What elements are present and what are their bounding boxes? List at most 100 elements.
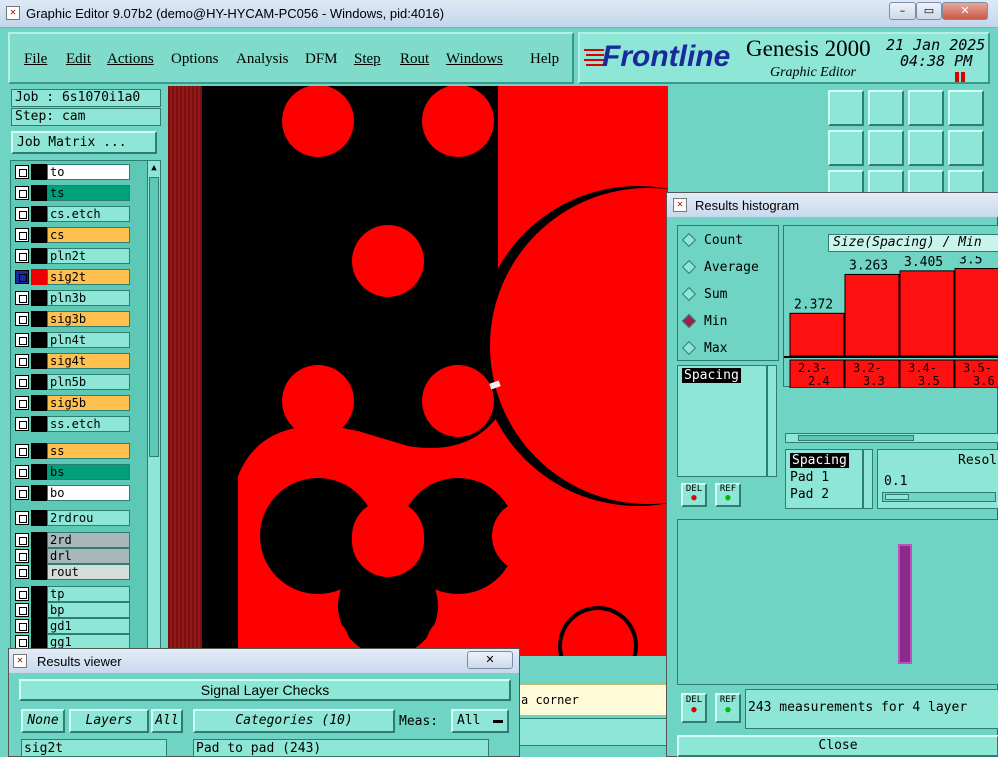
layer-row-tp[interactable]: tp <box>15 586 139 602</box>
scroll-thumb[interactable] <box>149 177 159 457</box>
layer-row-rout[interactable]: rout <box>15 564 139 580</box>
layer-checkbox[interactable] <box>15 270 29 284</box>
layer-row-cs[interactable]: cs <box>15 227 139 243</box>
menu-rout[interactable]: Rout <box>400 51 429 68</box>
layer-row-ts[interactable]: ts <box>15 185 139 201</box>
layers-button[interactable]: Layers <box>69 709 149 733</box>
layer-row-sig3b[interactable]: sig3b <box>15 311 139 327</box>
layer-name[interactable]: sig2t <box>47 269 130 285</box>
layer-name[interactable]: ts <box>47 185 130 201</box>
layer-name[interactable]: bp <box>47 602 130 618</box>
layer-checkbox[interactable] <box>15 511 29 525</box>
layer-row-cs-etch[interactable]: cs.etch <box>15 206 139 222</box>
layer-checkbox[interactable] <box>15 333 29 347</box>
layer-checkbox[interactable] <box>15 587 29 601</box>
layer-name[interactable]: sig5b <box>47 395 130 411</box>
layer-checkbox[interactable] <box>15 354 29 368</box>
layer-name[interactable]: ss <box>47 443 130 459</box>
layer-list-scrollbar[interactable]: ▲ <box>147 160 161 650</box>
layer-checkbox[interactable] <box>15 619 29 633</box>
preview-ref-button[interactable]: REF ● <box>715 693 741 723</box>
tool-down-icon[interactable] <box>868 90 904 126</box>
layer-checkbox[interactable] <box>15 291 29 305</box>
close-button[interactable]: ✕ <box>942 2 988 20</box>
job-matrix-button[interactable]: Job Matrix ... <box>11 131 157 154</box>
tool-left-icon[interactable] <box>828 130 864 166</box>
layer-row-pln2t[interactable]: pln2t <box>15 248 139 264</box>
histogram-bar[interactable] <box>844 273 900 357</box>
sub-list-item-pad2[interactable]: Pad 2 <box>790 487 829 502</box>
histogram-bar[interactable] <box>899 270 955 357</box>
tool-home-icon[interactable] <box>908 90 944 126</box>
menu-step[interactable]: Step <box>354 51 381 68</box>
minimize-button[interactable]: – <box>889 2 916 20</box>
histogram-close-button[interactable]: Close <box>677 735 998 757</box>
layer-checkbox[interactable] <box>15 375 29 389</box>
mode-radio-sum[interactable]: Sum <box>681 284 774 306</box>
layer-row-pln4t[interactable]: pln4t <box>15 332 139 348</box>
chart-hscrollbar[interactable] <box>785 433 998 443</box>
layer-row-2rdrou[interactable]: 2rdrou <box>15 510 139 526</box>
measure-list-scrollbar[interactable] <box>767 365 777 477</box>
layer-name[interactable]: rout <box>47 564 130 580</box>
layer-checkbox[interactable] <box>15 533 29 547</box>
layer-name[interactable]: bo <box>47 485 130 501</box>
mode-radio-min[interactable]: Min <box>681 311 774 333</box>
layer-name[interactable]: ss.etch <box>47 416 130 432</box>
layer-checkbox[interactable] <box>15 465 29 479</box>
layer-row-sig2t[interactable]: sig2t <box>15 269 139 285</box>
graphic-canvas[interactable] <box>168 86 668 656</box>
tool-route-icon[interactable] <box>948 130 984 166</box>
layer-checkbox[interactable] <box>15 635 29 649</box>
menu-file[interactable]: File <box>24 51 47 68</box>
layer-row-bp[interactable]: bp <box>15 602 139 618</box>
layer-checkbox[interactable] <box>15 444 29 458</box>
layer-name[interactable]: tp <box>47 586 130 602</box>
layer-row-pln3b[interactable]: pln3b <box>15 290 139 306</box>
layer-checkbox[interactable] <box>15 603 29 617</box>
results-viewer-close-button[interactable]: ✕ <box>467 651 513 669</box>
layer-name[interactable]: 2rd <box>47 532 130 548</box>
layer-name[interactable]: sig3b <box>47 311 130 327</box>
layer-checkbox[interactable] <box>15 417 29 431</box>
histogram-bar[interactable] <box>789 312 845 357</box>
layer-row-pln5b[interactable]: pln5b <box>15 374 139 390</box>
mode-radio-max[interactable]: Max <box>681 338 774 360</box>
layer-checkbox[interactable] <box>15 565 29 579</box>
layer-name[interactable]: pln2t <box>47 248 130 264</box>
maximize-button[interactable]: ▭ <box>916 2 942 20</box>
layer-row-to[interactable]: to <box>15 164 139 180</box>
resolution-slider-thumb[interactable] <box>885 494 909 500</box>
layer-name[interactable]: cs <box>47 227 130 243</box>
mode-radio-average[interactable]: Average <box>681 257 774 279</box>
layer-row-bo[interactable]: bo <box>15 485 139 501</box>
layer-name[interactable]: pln5b <box>47 374 130 390</box>
sub-list-scrollbar[interactable] <box>863 449 873 509</box>
layer-row-gd1[interactable]: gd1 <box>15 618 139 634</box>
menu-options[interactable]: Options <box>171 51 219 68</box>
menu-windows[interactable]: Windows <box>446 51 503 68</box>
tool-xy-icon[interactable] <box>948 90 984 126</box>
meas-dropdown[interactable]: All <box>451 709 509 733</box>
layer-checkbox[interactable] <box>15 165 29 179</box>
layer-name[interactable]: bs <box>47 464 130 480</box>
layer-checkbox[interactable] <box>15 207 29 221</box>
sub-list-item-pad1[interactable]: Pad 1 <box>790 470 829 485</box>
layer-checkbox[interactable] <box>15 186 29 200</box>
menu-dfm[interactable]: DFM <box>305 51 338 68</box>
layer-checkbox[interactable] <box>15 486 29 500</box>
tool-undo-icon[interactable] <box>908 130 944 166</box>
layer-checkbox[interactable] <box>15 228 29 242</box>
ref-button[interactable]: REF ● <box>715 483 741 507</box>
menu-actions[interactable]: Actions <box>107 51 154 68</box>
layer-row-bs[interactable]: bs <box>15 464 139 480</box>
mode-radio-count[interactable]: Count <box>681 230 774 252</box>
layer-name[interactable]: to <box>47 164 130 180</box>
menu-help[interactable]: Help <box>530 51 559 68</box>
category-result-item[interactable]: Pad to pad (243) <box>196 741 321 756</box>
layer-row-sig4t[interactable]: sig4t <box>15 353 139 369</box>
scroll-up-arrow-icon[interactable]: ▲ <box>149 162 159 174</box>
layer-row-drl[interactable]: drl <box>15 548 139 564</box>
layer-name[interactable]: drl <box>47 548 130 564</box>
histogram-bar[interactable] <box>954 268 998 357</box>
